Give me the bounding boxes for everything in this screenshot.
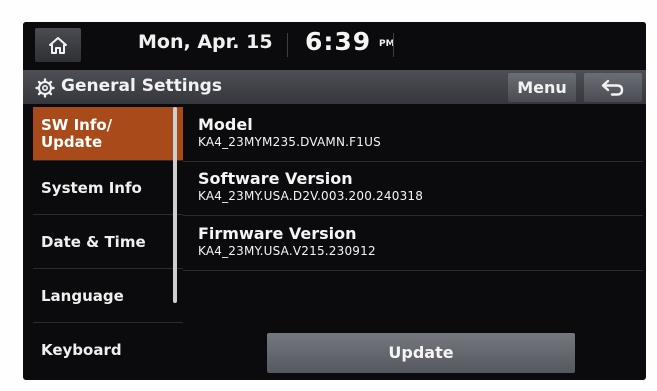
title-bar: General Settings Menu	[23, 70, 646, 104]
settings-sidebar: SW Info/ Update System Info Date & Time …	[33, 107, 183, 377]
menu-button[interactable]: Menu	[508, 73, 576, 102]
infotainment-screen: Mon, Apr. 15 6:39 PM General Settings Me…	[23, 22, 646, 380]
software-version-value: KA4_23MY.USA.D2V.003.200.240318	[198, 189, 424, 203]
sidebar-item-label: Keyboard	[41, 340, 122, 359]
sidebar-item-sw-info-update[interactable]: SW Info/ Update	[33, 107, 183, 160]
software-version-label: Software Version	[198, 169, 353, 188]
home-button[interactable]	[35, 28, 81, 62]
model-label: Model	[198, 115, 253, 134]
status-time: 6:39	[305, 27, 372, 56]
status-date: Mon, Apr. 15	[138, 31, 273, 53]
back-arrow-icon	[601, 79, 624, 96]
sidebar-item-label: SW Info/ Update	[41, 115, 113, 151]
sidebar-item-date-time[interactable]: Date & Time	[33, 215, 183, 268]
sidebar-item-language[interactable]: Language	[33, 269, 183, 322]
row-divider	[183, 161, 643, 162]
firmware-version-label: Firmware Version	[198, 224, 357, 243]
sidebar-item-system-info[interactable]: System Info	[33, 161, 183, 214]
sidebar-item-keyboard[interactable]: Keyboard	[33, 323, 183, 376]
status-bar: Mon, Apr. 15 6:39 PM	[23, 22, 646, 68]
display-bezel: Mon, Apr. 15 6:39 PM General Settings Me…	[0, 0, 657, 391]
update-button[interactable]: Update	[267, 333, 575, 373]
firmware-version-entry: Firmware Version KA4_23MY.USA.V215.23091…	[198, 224, 376, 258]
gear-icon	[35, 78, 55, 98]
page-title: General Settings	[61, 76, 222, 96]
sidebar-item-label: Date & Time	[41, 232, 146, 251]
sidebar-item-label: System Info	[41, 178, 142, 197]
sidebar-item-label: Language	[41, 286, 124, 305]
home-icon	[49, 36, 67, 54]
firmware-version-value: KA4_23MY.USA.V215.230912	[198, 244, 376, 258]
model-value: KA4_23MYM235.DVAMN.F1US	[198, 135, 381, 149]
row-divider	[183, 215, 643, 216]
model-entry: Model KA4_23MYM235.DVAMN.F1US	[198, 115, 381, 149]
status-divider	[287, 33, 288, 57]
row-divider	[183, 270, 643, 271]
software-version-entry: Software Version KA4_23MY.USA.D2V.003.20…	[198, 169, 423, 203]
status-divider	[393, 33, 394, 57]
back-button[interactable]	[584, 73, 642, 102]
sidebar-scrollbar[interactable]	[173, 107, 177, 303]
